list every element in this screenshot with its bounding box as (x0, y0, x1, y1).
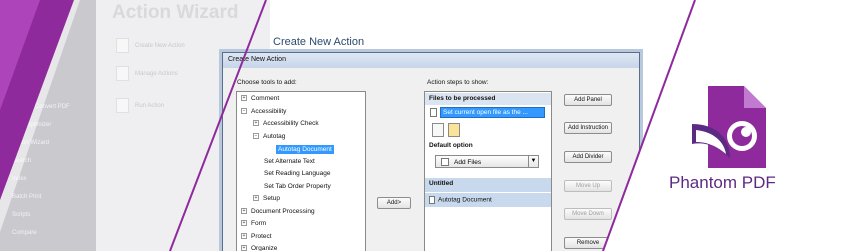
banner: Fill & SignCreate / Convert PDFPDF Optim… (0, 0, 850, 251)
product-name: Phantom PDF (669, 173, 776, 192)
phantom-pdf-logo-icon (692, 86, 766, 168)
